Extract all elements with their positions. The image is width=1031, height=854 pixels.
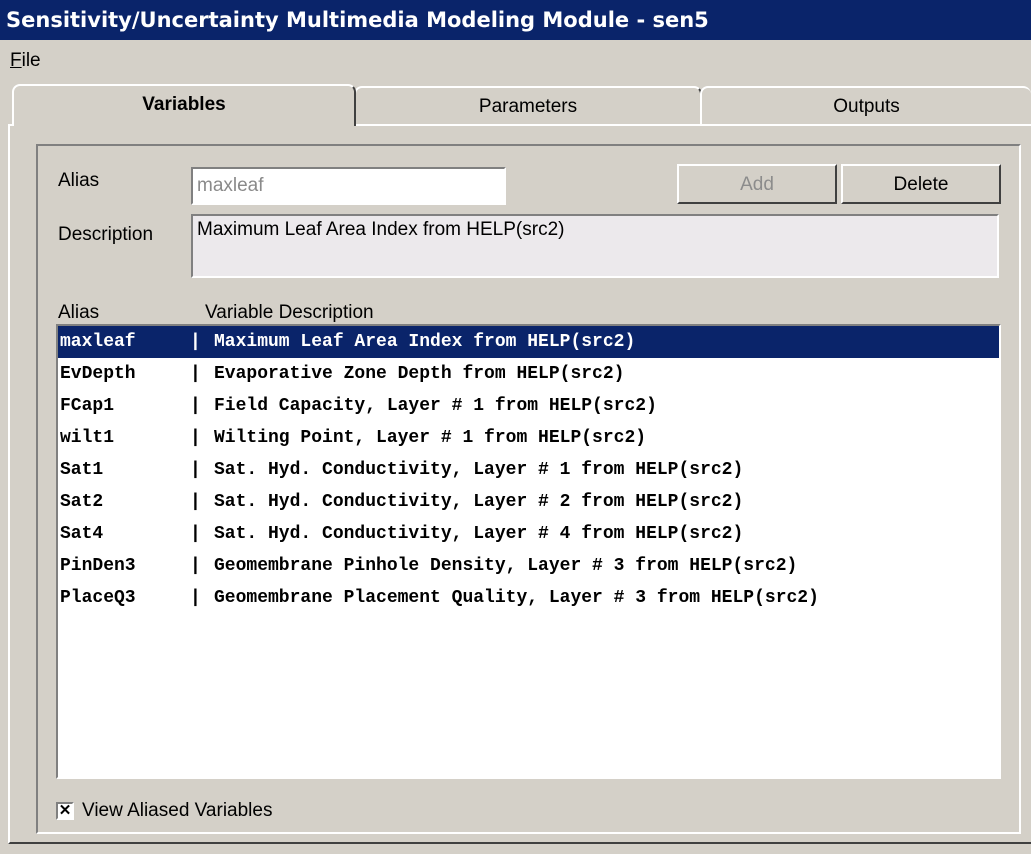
- menu-file-label: ile: [21, 50, 41, 71]
- tab-outputs[interactable]: Outputs: [700, 86, 1031, 124]
- tab-variables-label: Variables: [142, 94, 226, 115]
- tab-parameters-label: Parameters: [478, 96, 578, 117]
- menu-bar: File: [0, 46, 1031, 80]
- window-title-bar[interactable]: Sensitivity/Uncertainty Multimedia Model…: [0, 0, 1031, 40]
- window-title: Sensitivity/Uncertainty Multimedia Model…: [6, 8, 709, 32]
- tab-variables[interactable]: Variables: [12, 84, 356, 126]
- tab-panel-variables: [8, 124, 1031, 844]
- menu-file-accelerator: F: [10, 50, 22, 71]
- tab-parameters[interactable]: Parameters: [354, 86, 702, 124]
- menu-file[interactable]: File: [10, 50, 41, 72]
- tab-outputs-label: Outputs: [833, 96, 900, 117]
